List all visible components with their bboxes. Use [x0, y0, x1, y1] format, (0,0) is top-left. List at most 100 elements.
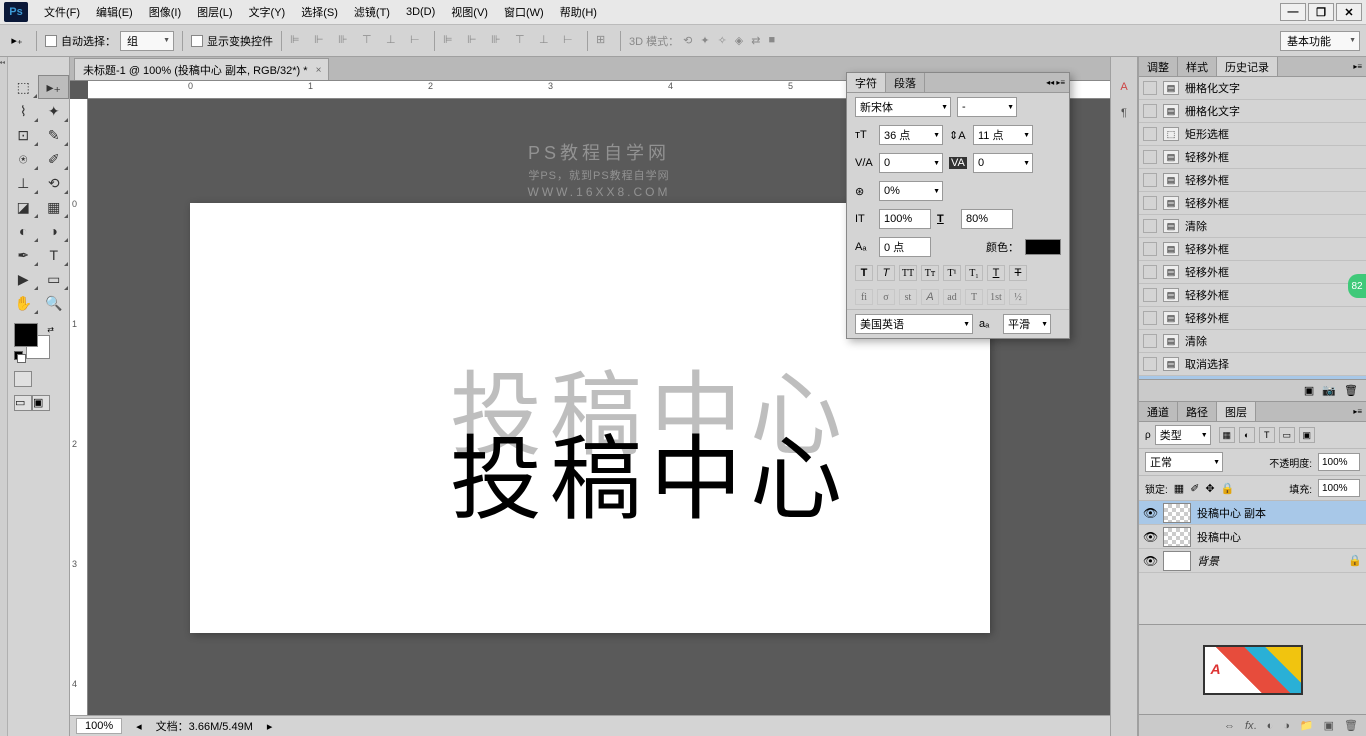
- blend-mode-dropdown[interactable]: 正常: [1145, 452, 1223, 472]
- restore-button[interactable]: ❐: [1308, 3, 1334, 21]
- panel-menu-icon[interactable]: ▸≡: [1349, 402, 1366, 421]
- kerning-input[interactable]: 0: [879, 153, 943, 173]
- lock-transparent-icon[interactable]: ▦: [1174, 482, 1184, 495]
- history-list[interactable]: ▤栅格化文字 ▤栅格化文字 ⬚矩形选框 ▤轻移外框 ▤轻移外框 ▤轻移外框 ▤清…: [1139, 77, 1366, 379]
- layer-item[interactable]: 👁 投稿中心: [1139, 525, 1366, 549]
- panel-menu-icon[interactable]: ▸≡: [1349, 57, 1366, 76]
- history-item[interactable]: ▤清除: [1139, 330, 1366, 353]
- filter-adjust-icon[interactable]: ◐: [1239, 427, 1255, 443]
- path-select-tool[interactable]: ▶: [8, 267, 39, 291]
- allcaps-button[interactable]: TT: [899, 265, 917, 281]
- active-tool-icon[interactable]: ▸₊: [6, 30, 28, 52]
- history-item[interactable]: ▤轻移外框: [1139, 261, 1366, 284]
- font-size-input[interactable]: 36 点: [879, 125, 943, 145]
- minimize-button[interactable]: —: [1280, 3, 1306, 21]
- titling-button[interactable]: ad: [943, 289, 961, 305]
- trash-icon[interactable]: 🗑: [1344, 384, 1358, 397]
- layer-filter-dropdown[interactable]: 类型: [1155, 425, 1211, 445]
- visibility-icon[interactable]: 👁: [1143, 530, 1157, 544]
- fill-input[interactable]: [1318, 479, 1360, 497]
- lasso-tool[interactable]: ⌇: [8, 99, 39, 123]
- delete-layer-icon[interactable]: 🗑: [1344, 719, 1358, 732]
- tab-styles[interactable]: 样式: [1178, 57, 1217, 76]
- gradient-tool[interactable]: ▦: [39, 195, 70, 219]
- history-item[interactable]: ▤取消选择: [1139, 353, 1366, 376]
- dodge-tool[interactable]: ◑: [39, 219, 70, 243]
- history-item[interactable]: ▤轻移外框: [1139, 169, 1366, 192]
- document-tab[interactable]: 未标题-1 @ 100% (投稿中心 副本, RGB/32*) * ×: [74, 58, 329, 80]
- tab-channels[interactable]: 通道: [1139, 402, 1178, 421]
- show-transform-checkbox[interactable]: [191, 35, 203, 47]
- font-family-dropdown[interactable]: 新宋体: [855, 97, 951, 117]
- filter-type-icon[interactable]: T: [1259, 427, 1275, 443]
- marquee-tool[interactable]: ⬚: [8, 75, 38, 99]
- menu-file[interactable]: 文件(F): [36, 1, 88, 23]
- history-item[interactable]: ▤轻移外框: [1139, 284, 1366, 307]
- move-tool[interactable]: ▸₊: [38, 75, 69, 99]
- zoom-tool[interactable]: 🔍: [39, 291, 70, 315]
- close-tab-icon[interactable]: ×: [316, 65, 322, 76]
- superscript-button[interactable]: T¹: [943, 265, 961, 281]
- history-item[interactable]: ▤栅格化文字: [1139, 100, 1366, 123]
- menu-filter[interactable]: 滤镜(T): [346, 1, 398, 23]
- panel-collapse-icon[interactable]: ◂◂ ▸≡: [1042, 73, 1069, 92]
- character-panel[interactable]: 字符 段落 ◂◂ ▸≡ 新宋体 - тT 36 点 ⇕A 11 点 V/A 0 …: [846, 72, 1070, 339]
- workspace-dropdown[interactable]: 基本功能: [1280, 31, 1360, 51]
- layer-thumbnail[interactable]: [1163, 551, 1191, 571]
- strikethrough-button[interactable]: T: [1009, 265, 1027, 281]
- layer-item[interactable]: 👁 背景 🔒: [1139, 549, 1366, 573]
- eraser-tool[interactable]: ◪: [8, 195, 39, 219]
- shape-tool[interactable]: ▭: [39, 267, 70, 291]
- oldstyle-button[interactable]: σ: [877, 289, 895, 305]
- baseline-input[interactable]: [879, 237, 931, 257]
- foreground-color[interactable]: [14, 323, 38, 347]
- hand-tool[interactable]: ✋: [8, 291, 39, 315]
- layer-thumbnail[interactable]: [1163, 527, 1191, 547]
- leading-input[interactable]: 11 点: [973, 125, 1033, 145]
- blur-tool[interactable]: ◐: [8, 219, 39, 243]
- menu-help[interactable]: 帮助(H): [552, 1, 605, 23]
- wand-tool[interactable]: ✦: [39, 99, 70, 123]
- tracking-input[interactable]: 0: [973, 153, 1033, 173]
- layers-list[interactable]: 👁 投稿中心 副本 👁 投稿中心 👁 背景 🔒: [1139, 501, 1366, 624]
- tab-adjustments[interactable]: 调整: [1139, 57, 1178, 76]
- visibility-icon[interactable]: 👁: [1143, 506, 1157, 520]
- crop-tool[interactable]: ⊡: [8, 123, 39, 147]
- zoom-field[interactable]: 100%: [76, 718, 122, 734]
- hscale-input[interactable]: [879, 209, 931, 229]
- ligatures-button[interactable]: fi: [855, 289, 873, 305]
- history-item[interactable]: ▤轻移外框: [1139, 192, 1366, 215]
- filter-shape-icon[interactable]: ▭: [1279, 427, 1295, 443]
- smallcaps-button[interactable]: Tᴛ: [921, 265, 939, 281]
- screen-mode[interactable]: ▭: [14, 395, 32, 411]
- camera-icon[interactable]: 📷: [1322, 384, 1336, 397]
- history-item[interactable]: ▤轻移外框: [1139, 238, 1366, 261]
- lock-pixels-icon[interactable]: ✐: [1190, 482, 1199, 495]
- visibility-icon[interactable]: 👁: [1143, 554, 1157, 568]
- filter-pixel-icon[interactable]: ▦: [1219, 427, 1235, 443]
- adjustment-layer-icon[interactable]: ◑: [1283, 720, 1290, 732]
- swash-button[interactable]: A: [921, 289, 939, 305]
- standard-mode[interactable]: [14, 371, 32, 387]
- navigator-thumbnail[interactable]: [1139, 624, 1366, 714]
- subscript-button[interactable]: T₁: [965, 265, 983, 281]
- text-color-well[interactable]: [1025, 239, 1061, 255]
- history-brush-tool[interactable]: ⟲: [39, 171, 70, 195]
- antialias-dropdown[interactable]: 平滑: [1003, 314, 1051, 334]
- auto-select-dropdown[interactable]: 组: [120, 31, 174, 51]
- stylistic-button[interactable]: st: [899, 289, 917, 305]
- side-badge[interactable]: 82: [1348, 274, 1366, 298]
- layer-thumbnail[interactable]: [1163, 503, 1191, 523]
- layer-fx-icon[interactable]: fx.: [1245, 720, 1257, 732]
- underline-button[interactable]: T: [987, 265, 1005, 281]
- link-layers-icon[interactable]: ⇔: [1224, 720, 1235, 732]
- tab-character[interactable]: 字符: [847, 73, 886, 92]
- auto-select-checkbox[interactable]: [45, 35, 57, 47]
- history-item[interactable]: ▤轻移外框: [1139, 307, 1366, 330]
- vertical-ruler[interactable]: 0 1 2 3 4: [70, 99, 88, 715]
- menu-3d[interactable]: 3D(D): [398, 3, 443, 21]
- layer-item[interactable]: 👁 投稿中心 副本: [1139, 501, 1366, 525]
- tab-paragraph[interactable]: 段落: [886, 73, 925, 92]
- menu-select[interactable]: 选择(S): [293, 1, 346, 23]
- stamp-tool[interactable]: ⊥: [8, 171, 39, 195]
